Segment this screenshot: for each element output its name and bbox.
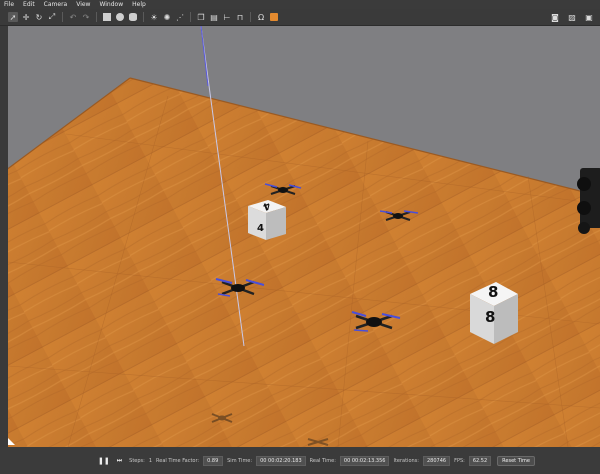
real-time-value: 00 00:02:13.356: [339, 455, 390, 466]
headphones-icon[interactable]: Ω: [256, 12, 266, 22]
rtf-value: 0.89: [203, 455, 224, 466]
select-arrow-icon[interactable]: ➚: [8, 12, 18, 22]
iterations-value: 280746: [422, 455, 451, 466]
toolbar-divider: [250, 12, 251, 22]
cube-eight-top-label: 8: [488, 283, 499, 301]
rtf-label: Real Time Factor:: [156, 457, 200, 464]
menu-file[interactable]: File: [4, 0, 14, 9]
toolbar: ➚ ✛ ↻ ⤢ ↶ ↷ ☀ ✺ ⋰ ❐ ▤ ⊢ ⊓ Ω ◙ ▨ ▣: [0, 9, 600, 26]
reset-time-button[interactable]: Reset Time: [497, 455, 535, 466]
undo-icon[interactable]: ↶: [68, 12, 78, 22]
box-icon[interactable]: [102, 12, 112, 22]
scene-viewport[interactable]: 4 4 8 8: [8, 26, 600, 447]
chart-icon[interactable]: ▨: [567, 12, 577, 22]
steps-value[interactable]: 1: [149, 458, 152, 464]
status-bar: ❚❚ ⏭ Steps: 1 Real Time Factor: 0.89 Sim…: [0, 447, 600, 474]
ground-robot: [577, 168, 600, 234]
menu-bar: File Edit Camera View Window Help: [0, 0, 600, 9]
cube-four-front-label: 4: [257, 223, 264, 234]
steps-label: Steps:: [129, 457, 145, 464]
sphere-icon[interactable]: [115, 12, 125, 22]
align-icon[interactable]: ⊢: [222, 12, 232, 22]
pause-icon[interactable]: ❚❚: [98, 457, 110, 465]
record-icon[interactable]: [269, 12, 279, 22]
fps-value: 62.52: [468, 455, 492, 466]
point-light-icon[interactable]: ✺: [162, 12, 172, 22]
scene-render: [8, 26, 600, 447]
fps-label: FPS:: [454, 457, 465, 464]
left-panel-edge[interactable]: [0, 26, 8, 447]
real-time-label: Real Time:: [309, 457, 336, 464]
redo-icon[interactable]: ↷: [81, 12, 91, 22]
step-icon[interactable]: ⏭: [117, 457, 122, 465]
cylinder-icon[interactable]: [128, 12, 138, 22]
paste-icon[interactable]: ▤: [209, 12, 219, 22]
menu-view[interactable]: View: [76, 0, 90, 9]
video-icon[interactable]: ▣: [584, 12, 594, 22]
rotate-icon[interactable]: ↻: [34, 12, 44, 22]
toolbar-divider: [190, 12, 191, 22]
menu-camera[interactable]: Camera: [44, 0, 68, 9]
snap-icon[interactable]: ⊓: [235, 12, 245, 22]
scale-icon[interactable]: ⤢: [47, 12, 57, 22]
menu-help[interactable]: Help: [132, 0, 146, 9]
toolbar-divider: [62, 12, 63, 22]
cube-eight-front-label: 8: [485, 308, 496, 326]
menu-window[interactable]: Window: [99, 0, 123, 9]
toolbar-divider: [143, 12, 144, 22]
toolbar-divider: [96, 12, 97, 22]
iterations-label: Iterations:: [393, 457, 419, 464]
sim-time-label: Sim Time:: [227, 457, 253, 464]
viewport-corner-marker: [8, 438, 15, 445]
camera-icon[interactable]: ◙: [550, 12, 560, 22]
toolbar-right: ◙ ▨ ▣: [550, 12, 594, 22]
spot-light-icon[interactable]: ⋰: [175, 12, 185, 22]
sim-time-value: 00 00:02:20.183: [256, 455, 306, 466]
copy-icon[interactable]: ❐: [196, 12, 206, 22]
translate-icon[interactable]: ✛: [21, 12, 31, 22]
menu-edit[interactable]: Edit: [23, 0, 35, 9]
sun-light-icon[interactable]: ☀: [149, 12, 159, 22]
